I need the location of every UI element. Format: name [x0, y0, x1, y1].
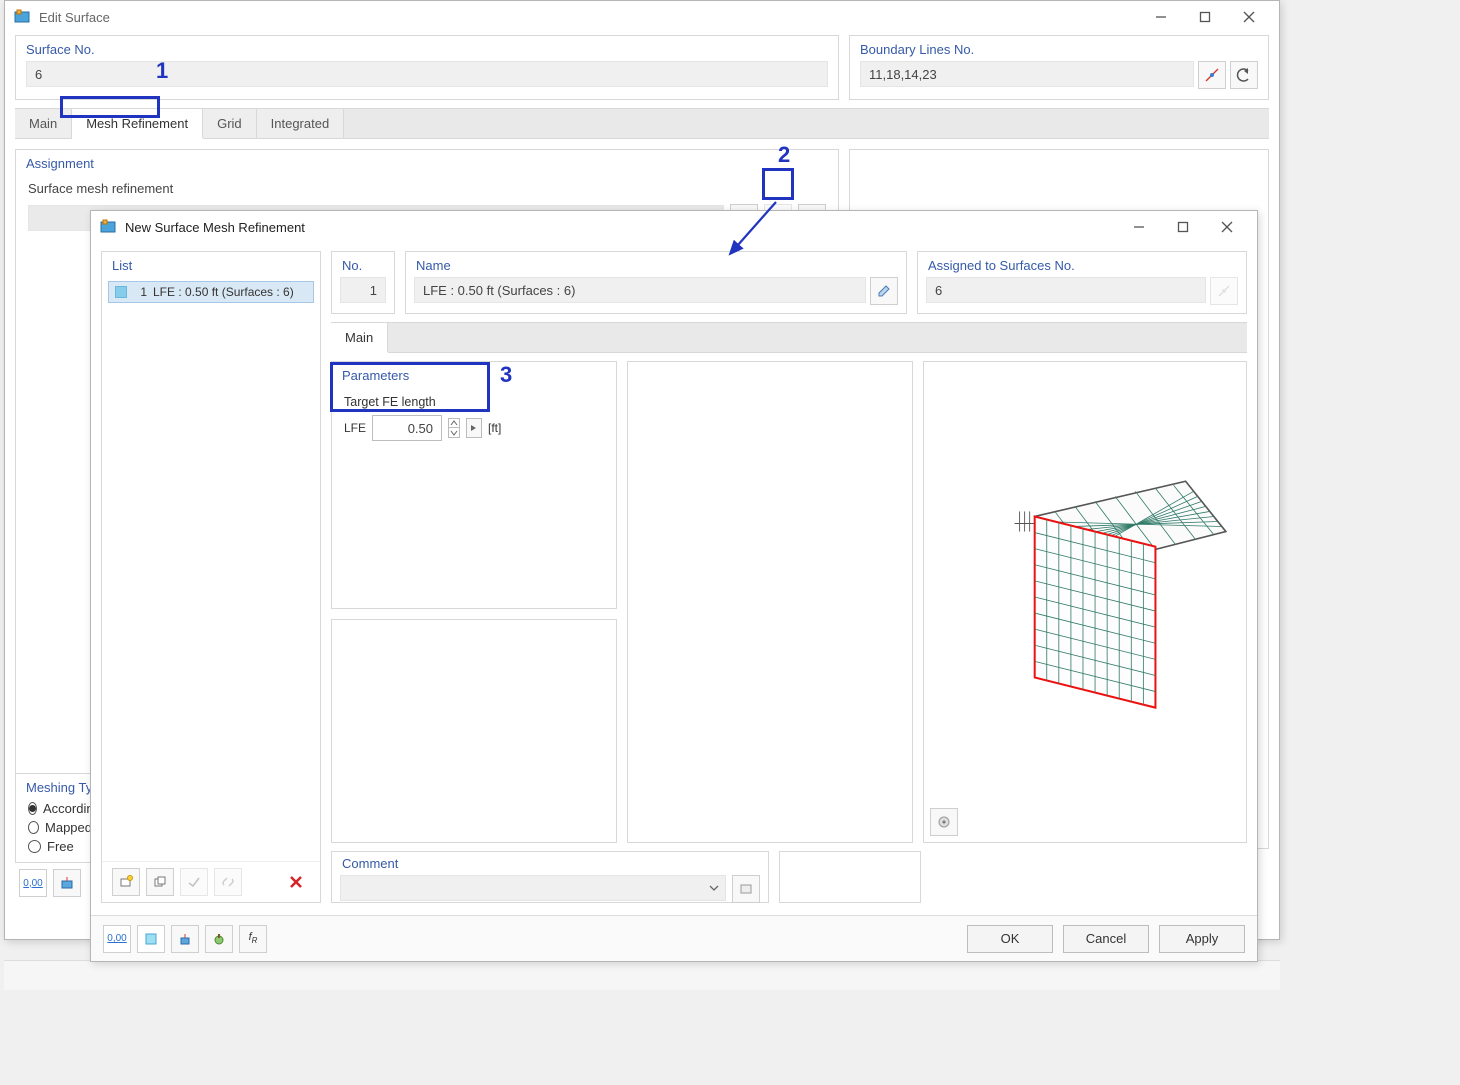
apply-model-icon[interactable] — [171, 925, 199, 953]
comment-header: Comment — [332, 852, 768, 875]
tab-mesh-refinement[interactable]: Mesh Refinement — [72, 109, 203, 139]
assignment-header: Assignment — [16, 150, 838, 175]
surface-no-field[interactable]: 6 — [26, 61, 828, 87]
tab-integrated[interactable]: Integrated — [257, 109, 345, 138]
copy-item-icon[interactable] — [146, 868, 174, 896]
boundary-lines-field[interactable]: 11,18,14,23 — [860, 61, 1194, 87]
edit-surface-title: Edit Surface — [39, 10, 1139, 25]
annotation-1: 1 — [156, 58, 168, 84]
pick-lines-icon[interactable] — [1198, 61, 1226, 89]
cancel-button[interactable]: Cancel — [1063, 925, 1149, 953]
refinement-titlebar: New Surface Mesh Refinement — [91, 211, 1257, 243]
comment-input[interactable] — [340, 875, 726, 901]
check-icon[interactable] — [180, 868, 208, 896]
mesh-preview-icon — [924, 362, 1246, 842]
comment-browse-icon[interactable] — [732, 875, 760, 903]
delete-icon[interactable] — [282, 868, 310, 896]
edit-name-icon[interactable] — [870, 277, 898, 305]
step-right-icon[interactable] — [466, 418, 482, 438]
app-icon — [99, 218, 117, 236]
name-header: Name — [406, 252, 906, 277]
maximize-button[interactable] — [1161, 212, 1205, 242]
refinement-title: New Surface Mesh Refinement — [125, 220, 1117, 235]
list-header: List — [102, 252, 320, 277]
minimize-button[interactable] — [1117, 212, 1161, 242]
boundary-lines-label: Boundary Lines No. — [850, 36, 1268, 61]
annotation-3: 3 — [500, 362, 512, 388]
radio-icon — [28, 840, 41, 853]
minimize-button[interactable] — [1139, 2, 1183, 32]
app-icon — [13, 8, 31, 26]
no-field[interactable]: 1 — [340, 277, 386, 303]
lfe-value-input[interactable]: 0.50 — [372, 415, 442, 441]
function-icon[interactable]: fR — [239, 925, 267, 953]
surface-no-label: Surface No. — [16, 36, 838, 61]
tab-grid[interactable]: Grid — [203, 109, 257, 138]
annotation-2: 2 — [778, 142, 790, 168]
chevron-down-icon — [709, 883, 719, 893]
edit-surface-titlebar: Edit Surface — [5, 1, 1279, 33]
tab-main[interactable]: Main — [15, 109, 72, 138]
radio-dot-icon — [28, 802, 37, 815]
preview-settings-icon[interactable] — [930, 808, 958, 836]
spin-up-icon[interactable] — [448, 418, 460, 428]
lfe-symbol: LFE — [344, 421, 366, 435]
units-icon[interactable]: 0,00 — [103, 925, 131, 953]
spin-down-icon[interactable] — [448, 428, 460, 438]
undo-icon[interactable] — [1230, 61, 1258, 89]
target-fe-length-label: Target FE length — [344, 395, 604, 409]
close-button[interactable] — [1205, 212, 1249, 242]
model-icon[interactable] — [53, 869, 81, 897]
color-icon[interactable] — [137, 925, 165, 953]
tab-main[interactable]: Main — [331, 323, 388, 353]
link-icon[interactable] — [214, 868, 242, 896]
close-button[interactable] — [1227, 2, 1271, 32]
new-refinement-window: New Surface Mesh Refinement List 1 LFE :… — [90, 210, 1258, 962]
assignment-label: Surface mesh refinement — [16, 175, 838, 198]
parameters-header: Parameters — [332, 362, 616, 387]
maximize-button[interactable] — [1183, 2, 1227, 32]
ok-button[interactable]: OK — [967, 925, 1053, 953]
lfe-unit: [ft] — [488, 421, 501, 435]
apply-button[interactable]: Apply — [1159, 925, 1245, 953]
no-header: No. — [332, 252, 394, 277]
assigned-header: Assigned to Surfaces No. — [918, 252, 1246, 277]
assigned-field[interactable]: 6 — [926, 277, 1206, 303]
radio-icon — [28, 821, 39, 834]
list-item[interactable]: 1 LFE : 0.50 ft (Surfaces : 6) — [108, 281, 314, 303]
units-icon[interactable]: 0,00 — [19, 869, 47, 897]
list-item-text: LFE : 0.50 ft (Surfaces : 6) — [153, 285, 294, 299]
view-icon[interactable] — [205, 925, 233, 953]
new-item-icon[interactable] — [112, 868, 140, 896]
list-item-index: 1 — [133, 285, 147, 299]
list-color-swatch — [115, 286, 127, 298]
pick-surfaces-icon[interactable] — [1210, 277, 1238, 305]
name-field[interactable]: LFE : 0.50 ft (Surfaces : 6) — [414, 277, 866, 303]
